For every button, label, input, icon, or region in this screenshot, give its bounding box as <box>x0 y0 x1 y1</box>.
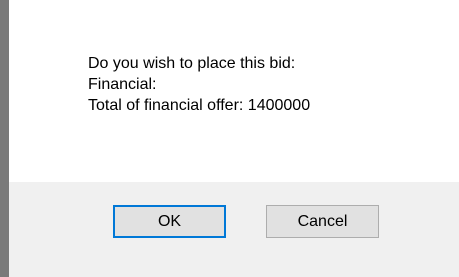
button-bar: OK Cancel <box>9 182 459 277</box>
message-line-total: Total of financial offer: 1400000 <box>88 97 311 114</box>
confirm-dialog: Do you wish to place this bid: Financial… <box>0 0 459 277</box>
window-edge <box>0 0 9 277</box>
ok-button[interactable]: OK <box>113 205 226 238</box>
message-line-financial: Financial: <box>88 76 157 93</box>
cancel-button[interactable]: Cancel <box>266 205 379 238</box>
message-line-prompt: Do you wish to place this bid: <box>88 55 296 72</box>
dialog-message: Do you wish to place this bid: Financial… <box>88 53 310 116</box>
message-area: Do you wish to place this bid: Financial… <box>9 0 459 182</box>
